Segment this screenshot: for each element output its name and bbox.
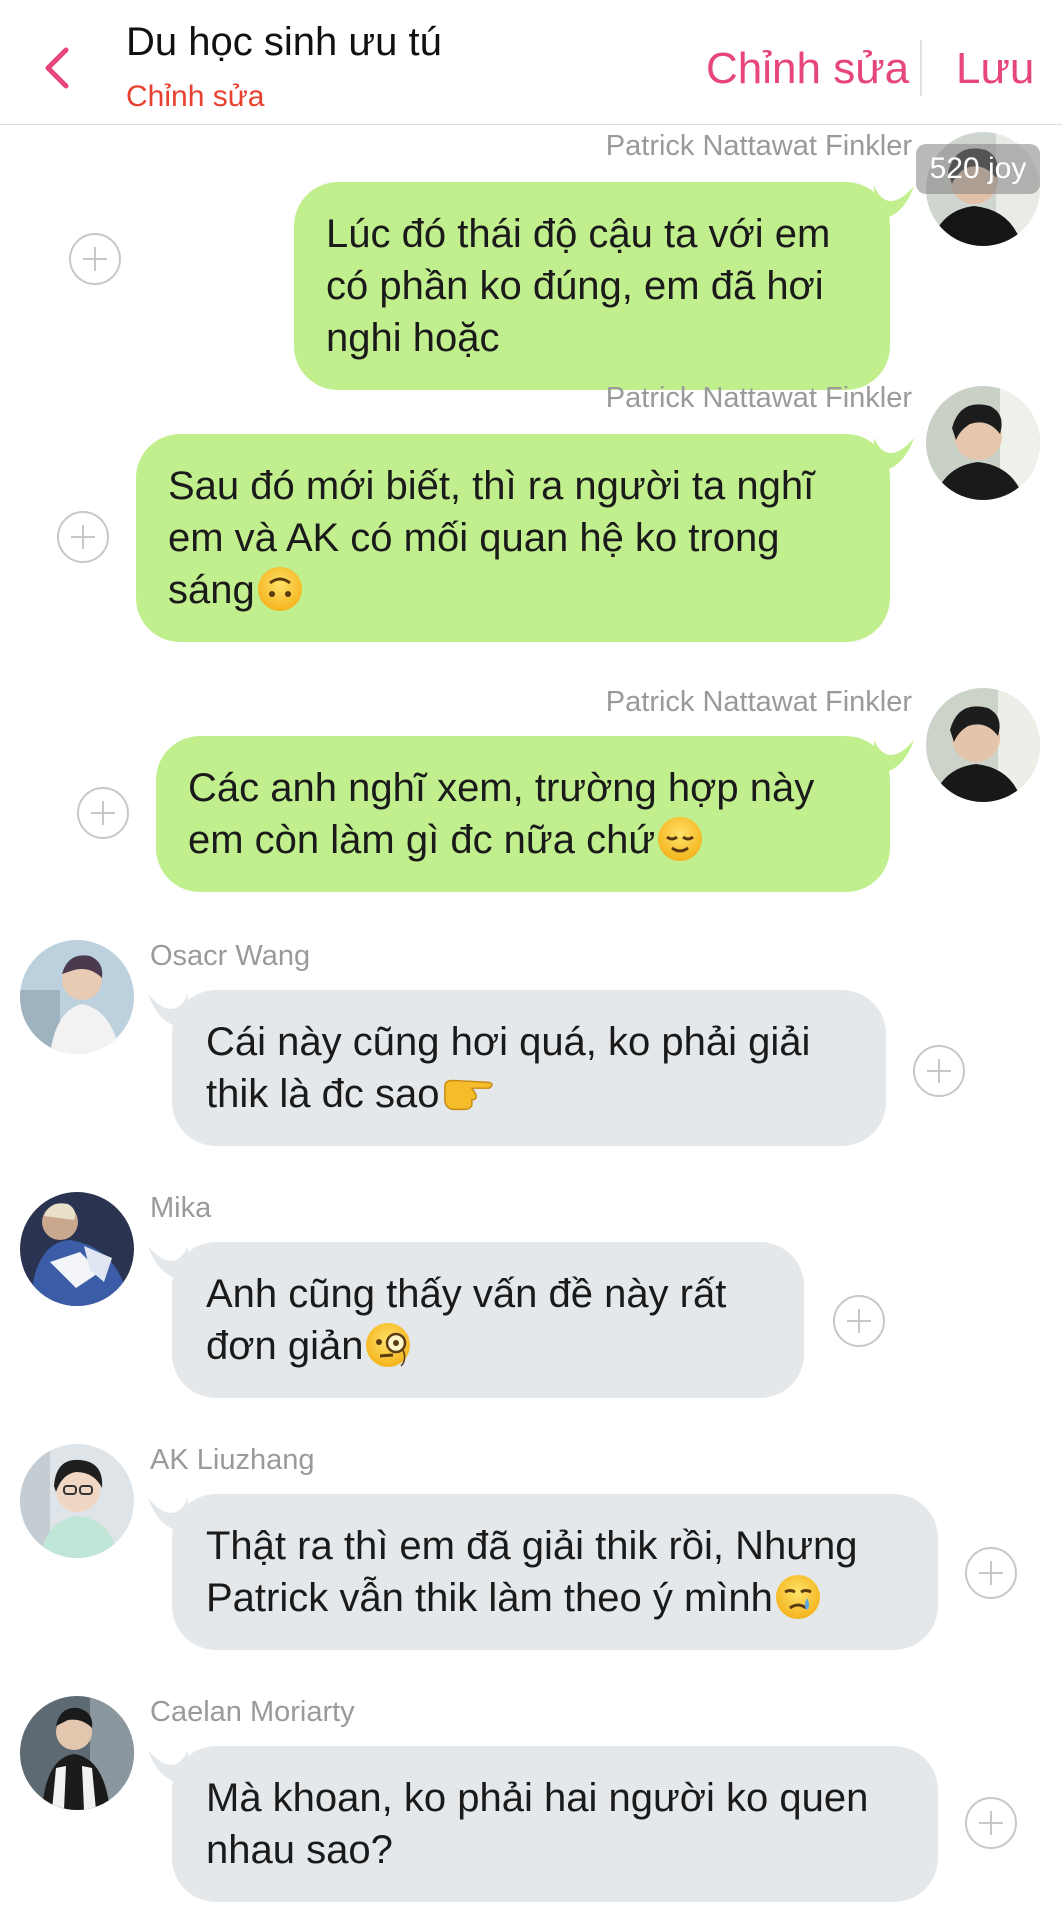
sender-name: Patrick Nattawat Finkler: [605, 382, 912, 414]
crying-face-emoji: [775, 1575, 820, 1620]
header-divider: [920, 40, 922, 96]
sender-name: Mika: [150, 1192, 212, 1224]
joy-badge: 520 joy: [916, 144, 1040, 194]
chat-header: Du học sinh ưu tú Chỉnh sửa Chỉnh sửa Lư…: [0, 0, 1062, 125]
message-text: Anh cũng thấy vấn đề này rất đơn giản: [206, 1272, 727, 1368]
sender-name: Caelan Moriarty: [150, 1696, 355, 1728]
message-text: Mà khoan, ko phải hai người ko quen nhau…: [206, 1776, 869, 1872]
message-bubble[interactable]: Thật ra thì em đã giải thik rồi, Nhưng P…: [172, 1494, 938, 1650]
sender-avatar[interactable]: [20, 1444, 134, 1558]
message-text: Cái này cũng hơi quá, ko phải giải thik …: [206, 1020, 811, 1116]
sender-avatar[interactable]: [20, 1192, 134, 1306]
sender-name: AK Liuzhang: [150, 1444, 315, 1476]
sender-avatar[interactable]: [926, 688, 1040, 802]
chat-subtitle[interactable]: Chỉnh sửa: [126, 80, 265, 114]
message-bubble[interactable]: Lúc đó thái độ cậu ta với em có phần ko …: [294, 182, 890, 390]
edit-button[interactable]: Chỉnh sửa: [706, 44, 909, 94]
sender-name: Osacr Wang: [150, 940, 311, 972]
pointing-right-emoji: [444, 1080, 494, 1111]
message-bubble[interactable]: Mà khoan, ko phải hai người ko quen nhau…: [172, 1746, 938, 1902]
add-reaction-icon[interactable]: [68, 232, 122, 286]
message-bubble[interactable]: Anh cũng thấy vấn đề này rất đơn giản: [172, 1242, 804, 1398]
sender-avatar[interactable]: [20, 940, 134, 1054]
message-text: Lúc đó thái độ cậu ta với em có phần ko …: [326, 212, 831, 360]
add-reaction-icon[interactable]: [912, 1044, 966, 1098]
relieved-face-emoji: [658, 817, 703, 862]
add-reaction-icon[interactable]: [76, 786, 130, 840]
back-arrow-icon[interactable]: [40, 44, 74, 92]
sender-name: Patrick Nattawat Finkler: [605, 686, 912, 718]
sender-avatar[interactable]: [20, 1696, 134, 1810]
message-bubble[interactable]: Sau đó mới biết, thì ra người ta nghĩ em…: [136, 434, 890, 642]
message-bubble[interactable]: Cái này cũng hơi quá, ko phải giải thik …: [172, 990, 886, 1146]
sender-name: Patrick Nattawat Finkler: [605, 130, 912, 162]
add-reaction-icon[interactable]: [964, 1546, 1018, 1600]
sender-avatar[interactable]: [926, 386, 1040, 500]
message-text: Các anh nghĩ xem, trường hợp này em còn …: [188, 766, 815, 862]
chat-title: Du học sinh ưu tú: [126, 20, 442, 64]
upside-down-face-emoji: [257, 567, 302, 612]
add-reaction-icon[interactable]: [832, 1294, 886, 1348]
add-reaction-icon[interactable]: [56, 510, 110, 564]
monocle-face-emoji: [366, 1323, 411, 1368]
save-button[interactable]: Lưu: [956, 44, 1034, 94]
message-text: Thật ra thì em đã giải thik rồi, Nhưng P…: [206, 1524, 858, 1620]
message-bubble[interactable]: Các anh nghĩ xem, trường hợp này em còn …: [156, 736, 890, 892]
add-reaction-icon[interactable]: [964, 1796, 1018, 1850]
